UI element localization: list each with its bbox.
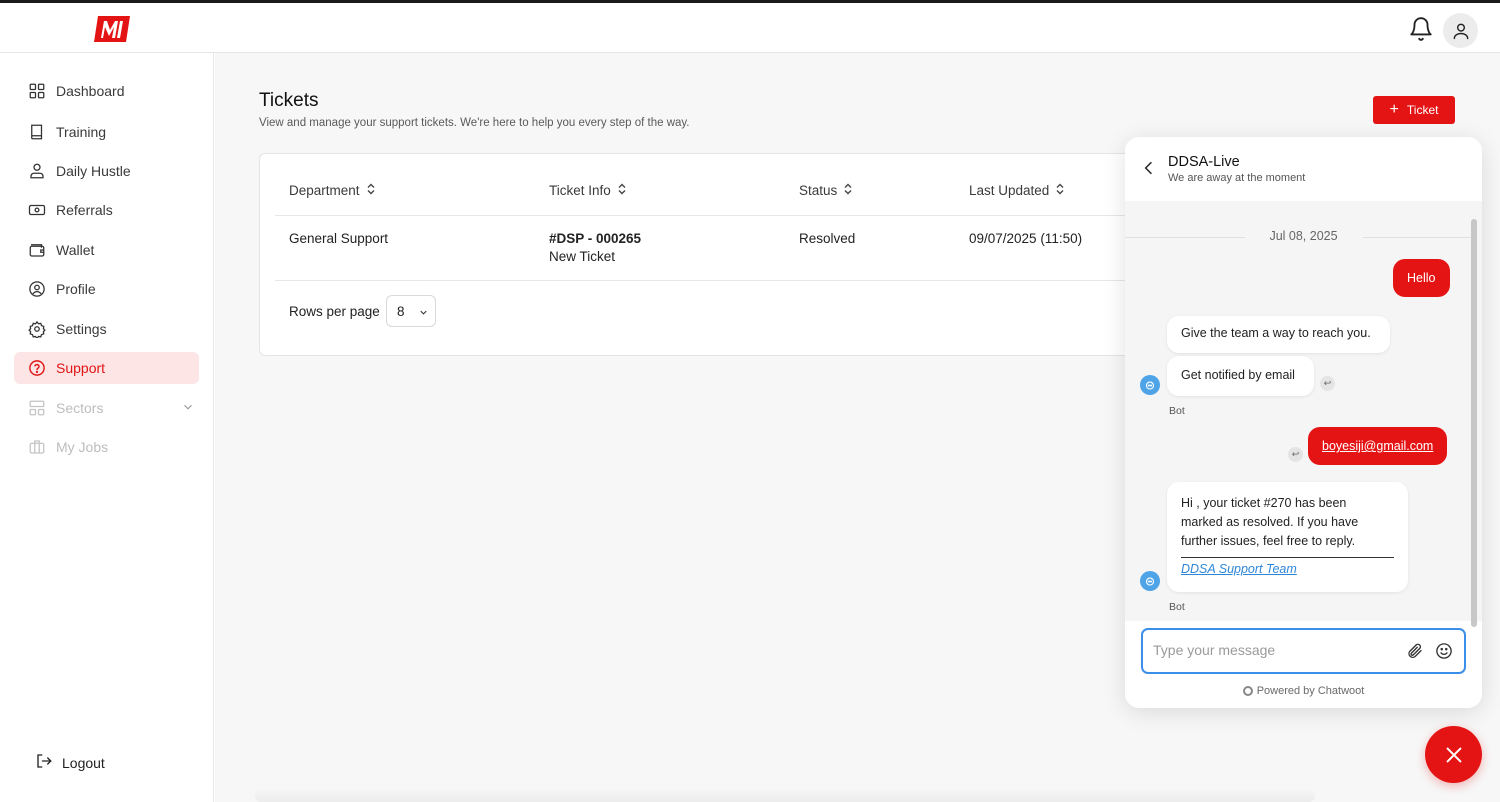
- cell-department: General Support: [289, 231, 389, 246]
- chevron-down-icon: [181, 400, 195, 417]
- sidebar-item-sectors[interactable]: Sectors: [14, 392, 199, 424]
- book-icon: [28, 123, 46, 141]
- date-separator: Jul 08, 2025: [1269, 229, 1338, 243]
- outgoing-message: Hello: [1393, 259, 1450, 297]
- add-ticket-label: Ticket: [1406, 103, 1439, 117]
- wallet-icon: [28, 241, 46, 259]
- bot-label: Bot: [1169, 405, 1185, 417]
- sidebar-item-label: Sectors: [56, 400, 104, 416]
- email-link[interactable]: boyesiji@gmail.com: [1322, 439, 1433, 453]
- sidebar-item-label: Daily Hustle: [56, 163, 131, 179]
- cell-ticket-title: New Ticket: [549, 249, 616, 264]
- page-title: Tickets: [259, 90, 319, 111]
- sidebar-item-label: Settings: [56, 321, 107, 337]
- column-header-department[interactable]: Department: [289, 183, 376, 198]
- sidebar-item-dashboard[interactable]: Dashboard: [14, 75, 199, 107]
- user-icon: [1453, 23, 1468, 39]
- bot-message: Hi , your ticket #270 has been marked as…: [1167, 482, 1408, 592]
- sidebar-item-my-jobs[interactable]: My Jobs: [14, 431, 199, 463]
- add-ticket-button[interactable]: + Ticket: [1373, 96, 1455, 124]
- sidebar-item-label: Support: [56, 360, 106, 376]
- user-circle-icon: [28, 280, 46, 298]
- chat-widget: DDSA-Live We are away at the moment Jul …: [1125, 137, 1482, 708]
- page-subtitle: View and manage your support tickets. We…: [259, 117, 690, 129]
- sort-icon: [843, 183, 853, 198]
- close-icon: [1446, 747, 1461, 762]
- help-circle-icon: [28, 359, 46, 377]
- chat-title: DDSA-Live: [1168, 154, 1240, 170]
- chat-header: DDSA-Live We are away at the moment: [1125, 137, 1482, 201]
- column-header-last-updated[interactable]: Last Updated: [969, 183, 1065, 198]
- header-divider: [275, 215, 1258, 216]
- gear-icon: [28, 320, 46, 338]
- message-input[interactable]: [1153, 642, 1393, 658]
- sidebar-item-referrals[interactable]: Referrals: [14, 194, 199, 226]
- sort-icon: [617, 183, 627, 198]
- bot-message: Give the team a way to reach you.: [1167, 316, 1390, 353]
- user-avatar[interactable]: [1443, 13, 1478, 48]
- logout-button[interactable]: Logout: [35, 752, 105, 773]
- chat-close-button[interactable]: [1425, 726, 1482, 783]
- column-header-ticket-info[interactable]: Ticket Info: [549, 183, 627, 198]
- sort-icon: [366, 183, 376, 198]
- sidebar-item-label: My Jobs: [56, 439, 109, 455]
- sidebar-item-training[interactable]: Training: [14, 116, 199, 148]
- sidebar-item-label: Profile: [56, 281, 96, 297]
- signature-link[interactable]: DDSA Support Team: [1181, 562, 1297, 576]
- bot-avatar-icon: [1140, 375, 1160, 395]
- sidebar-item-settings[interactable]: Settings: [14, 313, 199, 345]
- brand-logo[interactable]: [92, 14, 132, 44]
- outgoing-message: boyesiji@gmail.com: [1308, 427, 1448, 465]
- back-arrow-icon[interactable]: [1141, 159, 1157, 182]
- cash-icon: [28, 201, 46, 219]
- rows-per-page-select[interactable]: 8: [386, 295, 436, 327]
- grid-icon: [28, 82, 46, 100]
- chat-status: We are away at the moment: [1168, 172, 1306, 184]
- sort-icon: [1055, 183, 1065, 198]
- sidebar-item-support[interactable]: Support: [14, 352, 199, 384]
- powered-by[interactable]: Powered by Chatwoot: [1125, 685, 1482, 697]
- row-divider: [275, 280, 1258, 281]
- chat-scrollbar[interactable]: [1471, 219, 1477, 627]
- reply-icon[interactable]: ↩: [1320, 376, 1335, 391]
- sidebar: Dashboard Training Daily Hustle Referral…: [0, 53, 214, 802]
- card-shadow: [255, 788, 1315, 802]
- logout-label: Logout: [62, 754, 105, 771]
- chatwoot-logo-icon: [1242, 686, 1253, 696]
- top-bar: [0, 0, 1500, 53]
- briefcase-icon: [28, 438, 46, 456]
- sidebar-item-label: Dashboard: [56, 83, 125, 99]
- layout-icon: [28, 399, 46, 417]
- sidebar-item-label: Referrals: [56, 202, 113, 218]
- sidebar-item-label: Training: [56, 124, 107, 140]
- sidebar-item-wallet[interactable]: Wallet: [14, 234, 199, 266]
- bot-option[interactable]: Get notified by email: [1167, 356, 1314, 396]
- cell-status: Resolved: [799, 231, 856, 246]
- tickets-table-card: Department Ticket Info Status Last Updat…: [259, 153, 1259, 356]
- plus-icon: +: [1389, 101, 1399, 118]
- bell-icon[interactable]: [1408, 16, 1434, 42]
- sidebar-item-profile[interactable]: Profile: [14, 273, 199, 305]
- reply-icon[interactable]: ↩: [1288, 447, 1303, 462]
- chat-message-input[interactable]: [1141, 628, 1466, 674]
- chevron-down-icon: [418, 306, 429, 321]
- sidebar-item-daily-hustle[interactable]: Daily Hustle: [14, 155, 199, 187]
- bot-label: Bot: [1169, 601, 1185, 613]
- cell-last-updated: 09/07/2025 (11:50): [969, 231, 1083, 246]
- paperclip-icon[interactable]: [1406, 642, 1424, 665]
- emoji-icon[interactable]: [1435, 642, 1453, 665]
- chat-messages[interactable]: Jul 08, 2025 Hello Give the team a way t…: [1125, 201, 1482, 621]
- rows-per-page-label: Rows per page: [289, 304, 380, 319]
- sidebar-item-label: Wallet: [56, 242, 95, 258]
- cell-ticket-id: #DSP - 000265: [549, 231, 642, 246]
- user-pin-icon: [28, 162, 46, 180]
- column-header-status[interactable]: Status: [799, 183, 853, 198]
- logout-icon: [35, 752, 53, 773]
- bot-avatar-icon: [1140, 571, 1160, 591]
